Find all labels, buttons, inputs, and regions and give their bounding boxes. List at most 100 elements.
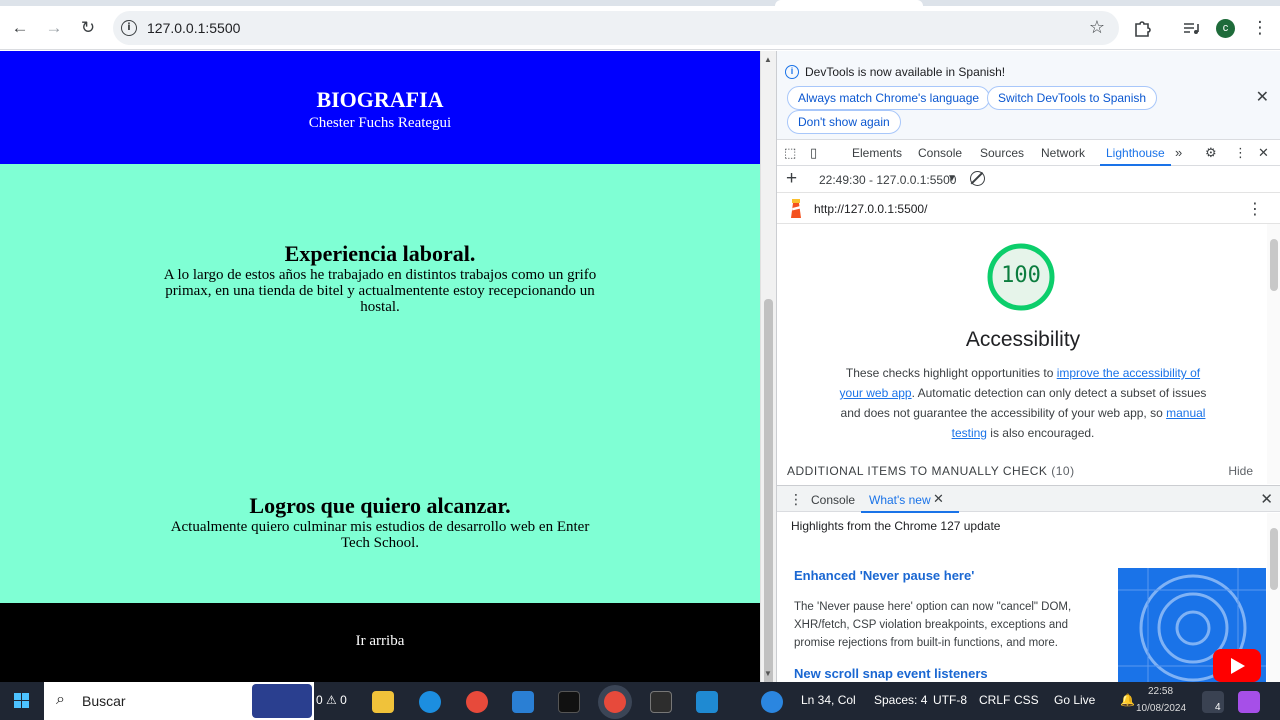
section-body: A lo largo de estos años he trabajado en… bbox=[163, 267, 597, 315]
language-mode[interactable]: CSS bbox=[1014, 693, 1039, 707]
drawer-menu-icon[interactable]: ⋮ bbox=[789, 491, 803, 508]
site-info-icon[interactable]: i bbox=[121, 20, 137, 36]
devtools-menu-icon[interactable]: ⋮ bbox=[1234, 145, 1247, 161]
scroll-up-icon[interactable]: ▲ bbox=[764, 55, 772, 64]
kebab-icon: ⋮ bbox=[1251, 18, 1269, 37]
taskbar-search[interactable]: ⌕ Buscar bbox=[44, 682, 314, 720]
section-body: Actualmente quiero culminar mis estudios… bbox=[170, 519, 590, 551]
tab-elements[interactable]: Elements bbox=[852, 146, 902, 160]
more-tabs-icon[interactable]: » bbox=[1175, 145, 1182, 160]
search-highlight-image bbox=[252, 684, 312, 718]
dont-show-again-button[interactable]: Don't show again bbox=[787, 110, 901, 134]
tab-network[interactable]: Network bbox=[1041, 146, 1085, 160]
mail-icon[interactable] bbox=[512, 691, 534, 713]
clear-reports-icon[interactable] bbox=[970, 171, 985, 186]
inspect-icon[interactable]: ⬚ bbox=[784, 145, 796, 161]
page-title: BIOGRAFIA bbox=[316, 87, 444, 112]
section-logros: Logros que quiero alcanzar. Actualmente … bbox=[0, 493, 760, 551]
tab-console[interactable]: Console bbox=[918, 146, 962, 160]
browser-menu-button[interactable]: ⋮ bbox=[1246, 14, 1274, 42]
clock-time[interactable]: 22:58 bbox=[1148, 686, 1173, 697]
manual-check-header[interactable]: ADDITIONAL ITEMS TO MANUALLY CHECK (10) bbox=[787, 464, 1075, 478]
manual-check-count: (10) bbox=[1051, 464, 1075, 478]
back-to-top-link[interactable]: Ir arriba bbox=[356, 633, 405, 649]
clock-date[interactable]: 10/08/2024 bbox=[1136, 703, 1186, 714]
whats-new-item-title[interactable]: Enhanced 'Never pause here' bbox=[794, 568, 974, 583]
close-drawer-icon[interactable]: ✕ bbox=[1260, 490, 1273, 508]
tab-lighthouse[interactable]: Lighthouse bbox=[1100, 146, 1171, 166]
close-infobar-icon[interactable]: ✕ bbox=[1256, 87, 1269, 107]
drawer-tab-console[interactable]: Console bbox=[811, 493, 855, 507]
playlist-icon bbox=[1184, 23, 1199, 34]
whats-new-item-body: The 'Never pause here' option can now "c… bbox=[794, 601, 1072, 649]
whats-new-item-title[interactable]: New scroll snap event listeners bbox=[794, 666, 988, 681]
terminal-icon[interactable] bbox=[650, 691, 672, 713]
chrome-icon[interactable] bbox=[466, 691, 488, 713]
line-ending[interactable]: CRLF bbox=[979, 693, 1010, 707]
section-title: Experiencia laboral. bbox=[284, 241, 476, 266]
youtube-play-icon[interactable] bbox=[1213, 649, 1261, 682]
report-selector[interactable]: 22:49:30 - 127.0.0.1:5500 bbox=[819, 173, 956, 187]
copilot-icon[interactable] bbox=[1238, 691, 1260, 713]
puzzle-icon bbox=[1135, 21, 1151, 37]
page-scrollbar[interactable]: ▲ ▼ bbox=[760, 51, 776, 715]
media-button[interactable] bbox=[1177, 14, 1205, 42]
scroll-down-icon[interactable]: ▼ bbox=[764, 669, 772, 678]
cursor-position[interactable]: Ln 34, Col bbox=[801, 693, 856, 707]
file-encoding[interactable]: UTF-8 bbox=[933, 693, 967, 707]
devtools-panel: i DevTools is now available in Spanish! … bbox=[776, 51, 1280, 682]
os-taskbar: ⌕ Buscar 0 ⚠ 0 Ln 34, Col Spaces: 4 UTF-… bbox=[0, 682, 1280, 720]
search-icon: ⌕ bbox=[56, 691, 65, 708]
help-icon[interactable] bbox=[761, 691, 783, 713]
go-live-button[interactable]: Go Live bbox=[1054, 693, 1095, 707]
section-title: Logros que quiero alcanzar. bbox=[249, 493, 511, 518]
indent-spaces[interactable]: Spaces: 4 bbox=[874, 693, 927, 707]
scrollbar-thumb[interactable] bbox=[1270, 528, 1278, 590]
report-menu-icon[interactable]: ⋮ bbox=[1247, 199, 1263, 219]
arrow-right-icon: → bbox=[45, 18, 63, 37]
manual-check-label: ADDITIONAL ITEMS TO MANUALLY CHECK bbox=[787, 464, 1048, 478]
device-toolbar-icon[interactable]: ▯ bbox=[810, 145, 817, 161]
windows-start-icon[interactable] bbox=[14, 693, 30, 709]
reload-button[interactable]: ↻ bbox=[74, 14, 102, 42]
back-button[interactable]: ← bbox=[6, 14, 34, 42]
search-label: Buscar bbox=[82, 693, 126, 709]
address-text[interactable]: 127.0.0.1:5500 bbox=[147, 20, 240, 36]
category-description: These checks highlight opportunities to … bbox=[833, 363, 1213, 443]
drawer-tab-whats-new[interactable]: What's new bbox=[861, 493, 959, 513]
problems-count[interactable]: 0 ⚠ 0 bbox=[316, 693, 347, 707]
page-header: BIOGRAFIA Chester Fuchs Reategui bbox=[0, 51, 760, 164]
bookmark-star-icon[interactable]: ☆ bbox=[1089, 17, 1105, 38]
settings-gear-icon[interactable]: ⚙ bbox=[1205, 145, 1217, 161]
edge-browser-icon[interactable] bbox=[419, 691, 441, 713]
file-explorer-icon[interactable] bbox=[372, 691, 394, 713]
dropdown-caret-icon[interactable]: ▼ bbox=[947, 173, 957, 184]
report-scrollbar[interactable] bbox=[1267, 224, 1280, 484]
bell-icon[interactable]: 🔔 bbox=[1120, 693, 1135, 707]
score-value: 100 bbox=[1001, 263, 1041, 288]
close-tab-icon[interactable]: ✕ bbox=[933, 491, 944, 507]
report-url-bar: http://127.0.0.1:5500/ ⋮ bbox=[777, 193, 1280, 224]
profile-avatar[interactable]: c bbox=[1216, 19, 1235, 38]
forward-button[interactable]: → bbox=[40, 14, 68, 42]
match-language-button[interactable]: Always match Chrome's language bbox=[787, 86, 991, 110]
arrow-left-icon: ← bbox=[11, 18, 29, 37]
whats-new-video-thumbnail[interactable] bbox=[1118, 568, 1266, 682]
whats-new-scrollbar[interactable] bbox=[1267, 513, 1280, 682]
address-bar[interactable]: i 127.0.0.1:5500 ☆ bbox=[113, 11, 1119, 45]
chrome-active-icon[interactable] bbox=[604, 691, 626, 713]
language-infobar: i DevTools is now available in Spanish! … bbox=[777, 51, 1280, 140]
scrollbar-thumb[interactable] bbox=[1270, 239, 1278, 291]
switch-language-button[interactable]: Switch DevTools to Spanish bbox=[987, 86, 1158, 110]
info-icon: i bbox=[785, 65, 799, 79]
tiktok-icon[interactable] bbox=[558, 691, 580, 713]
extensions-button[interactable] bbox=[1128, 14, 1156, 42]
scrollbar-thumb[interactable] bbox=[764, 299, 773, 715]
hide-toggle[interactable]: Hide bbox=[1228, 464, 1253, 478]
close-devtools-icon[interactable]: ✕ bbox=[1258, 145, 1269, 161]
report-url[interactable]: http://127.0.0.1:5500/ bbox=[814, 202, 927, 216]
page-main: Experiencia laboral. A lo largo de estos… bbox=[0, 164, 760, 603]
new-report-icon[interactable]: + bbox=[786, 168, 797, 190]
tab-sources[interactable]: Sources bbox=[980, 146, 1024, 160]
vscode-icon[interactable] bbox=[696, 691, 718, 713]
